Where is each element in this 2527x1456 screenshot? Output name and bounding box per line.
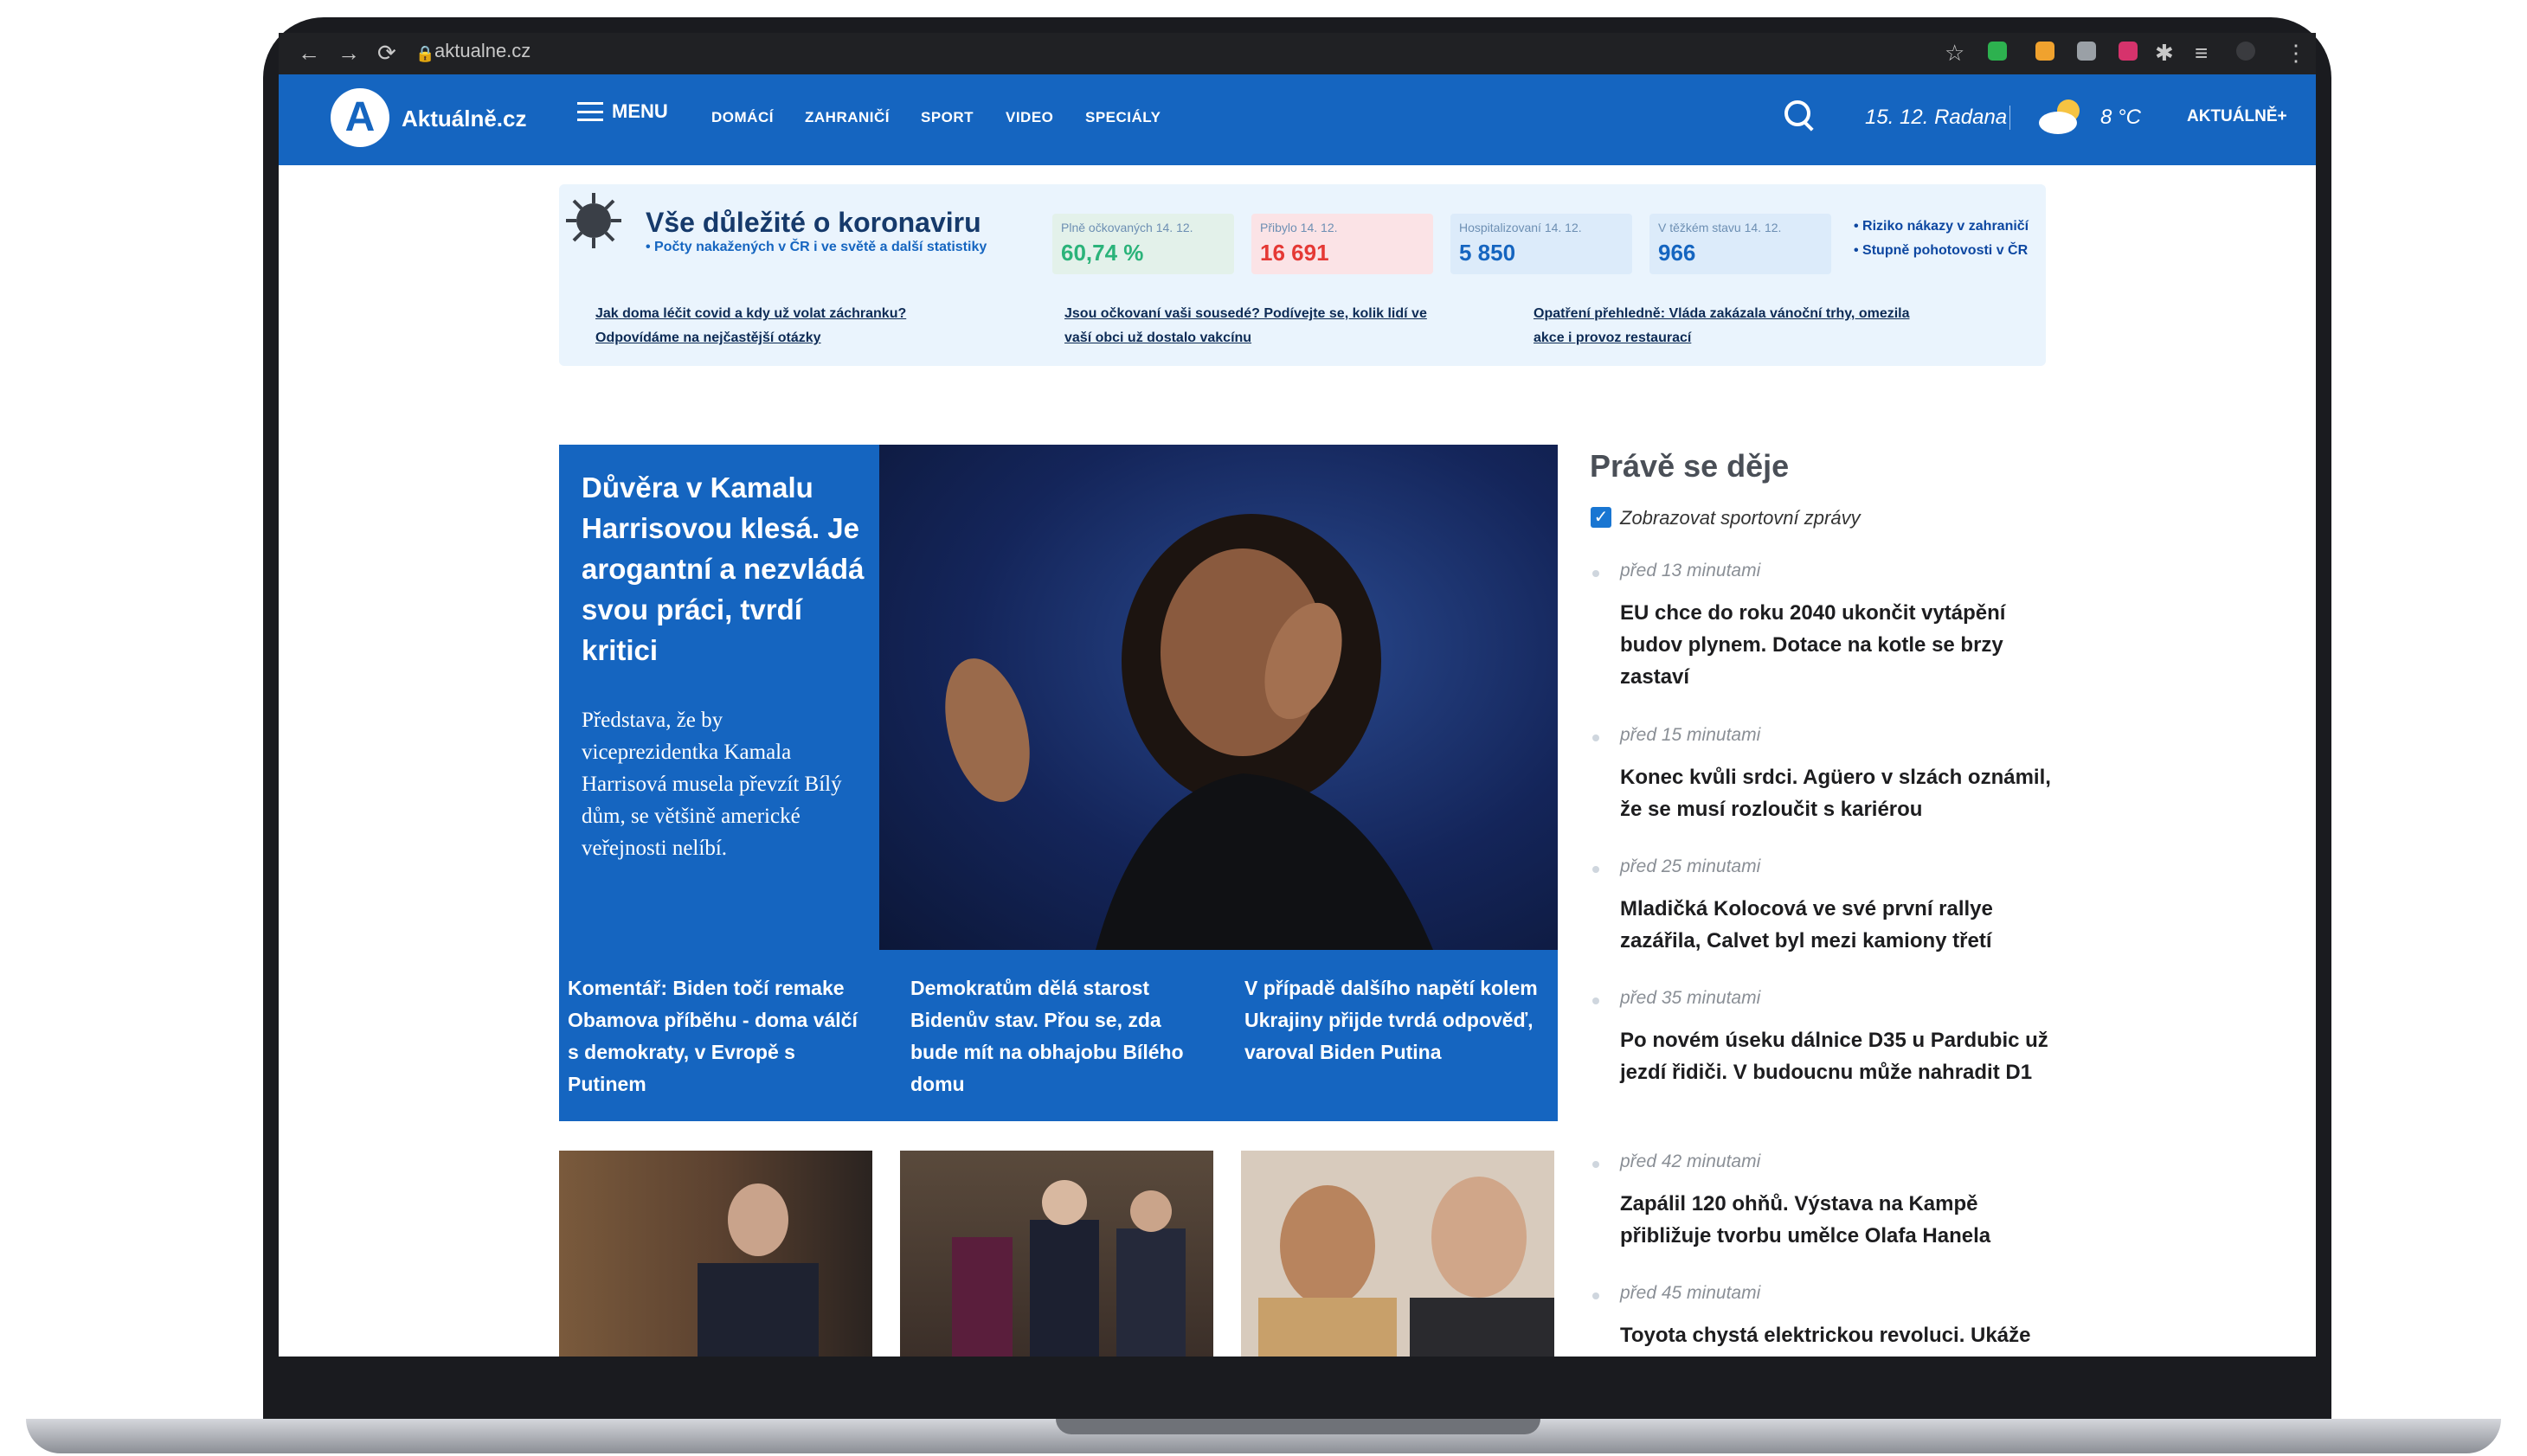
timeline-dot (1592, 997, 1599, 1004)
lock-icon: 🔒 (415, 45, 435, 62)
extension-icon[interactable] (2119, 42, 2138, 61)
related-article[interactable]: V případě dalšího napětí kolem Ukrajiny … (1244, 972, 1539, 1068)
extension-icon[interactable] (1988, 42, 2007, 61)
article-thumbnail[interactable] (900, 1151, 1213, 1363)
weather-cloud-icon (2039, 99, 2080, 134)
thumbnail-image (952, 1180, 1186, 1363)
live-item[interactable]: Toyota chystá elektrickou revoluci. Ukáž… (1620, 1319, 2053, 1351)
live-item-time: před 13 minutami (1620, 561, 1761, 580)
stat-hospitalized[interactable]: Hospitalizovaní 14. 12. 5 850 (1450, 214, 1632, 274)
sport-news-checkbox[interactable]: ✓ (1591, 507, 1611, 528)
nav-domaci[interactable]: DOMÁCÍ (711, 109, 774, 126)
live-item-time: před 15 minutami (1620, 725, 1761, 745)
timeline-dot (1592, 866, 1599, 873)
screen: ← → ⟳ 🔒 aktualne.cz ☆ ✱ ≡ ⋮ A Aktuálně.c… (279, 33, 2316, 1368)
article-thumbnail[interactable] (1241, 1151, 1554, 1363)
menu-label: MENU (612, 100, 668, 122)
live-item[interactable]: Po novém úseku dálnice D35 u Pardubic už… (1620, 1024, 2053, 1088)
reload-icon[interactable]: ⟳ (377, 40, 396, 67)
menu-button[interactable]: MENU (577, 100, 668, 123)
reading-list-icon[interactable]: ≡ (2195, 40, 2208, 67)
timeline-dot (1592, 1292, 1599, 1299)
hero-perex: Představa, že by viceprezidentka Kamala … (582, 709, 842, 860)
live-item-time: před 35 minutami (1620, 988, 1761, 1008)
live-item[interactable]: Konec kvůli srdci. Agüero v slzách oznám… (1620, 761, 2053, 825)
temperature: 8 °C (2100, 106, 2141, 129)
stat-new-cases[interactable]: Přibylo 14. 12. 16 691 (1251, 214, 1433, 274)
nav-sport[interactable]: SPORT (921, 109, 974, 126)
extension-icon[interactable] (2035, 42, 2054, 61)
alert-levels-link[interactable]: • Stupně pohotovosti v ČR (1854, 243, 2028, 259)
hero-article[interactable]: Důvěra v Kamalu Harrisovou klesá. Je aro… (559, 445, 1558, 1121)
address-bar[interactable]: aktualne.cz (434, 40, 530, 62)
timeline-dot (1592, 570, 1599, 577)
timeline-dot (1592, 1161, 1599, 1168)
checkbox-label[interactable]: Zobrazovat sportovní zprávy (1620, 507, 1861, 529)
related-article[interactable]: Komentář: Biden točí remake Obamova příb… (568, 972, 862, 1100)
back-icon[interactable]: ← (298, 40, 320, 67)
nav-zahranici[interactable]: ZAHRANIČÍ (805, 109, 890, 126)
stat-vaccinated[interactable]: Plně očkovaných 14. 12. 60,74 % (1052, 214, 1234, 274)
hero-photo[interactable] (879, 445, 1558, 950)
kebab-menu-icon[interactable]: ⋮ (2285, 40, 2307, 67)
covid-box: Vše důležité o koronaviru • Počty nakaže… (559, 184, 2046, 366)
laptop-notch (1056, 1419, 1540, 1434)
screen-bezel-bottom (279, 1357, 2316, 1368)
date-nameday: 15. 12. Radana (1865, 106, 2008, 129)
forward-icon[interactable]: → (338, 40, 360, 67)
live-item-time: před 45 minutami (1620, 1283, 1761, 1303)
live-feed-title: Právě se děje (1590, 448, 1790, 484)
live-item[interactable]: Mladičká Kolocová ve své první rallye za… (1620, 893, 2053, 957)
stat-severe[interactable]: V těžkém stavu 14. 12. 966 (1649, 214, 1831, 274)
virus-icon (566, 193, 621, 248)
related-article[interactable]: Demokratům dělá starost Bidenův stav. Př… (910, 972, 1205, 1100)
hero-title[interactable]: Důvěra v Kamalu Harrisovou klesá. Je aro… (582, 467, 867, 670)
divider (2009, 106, 2010, 130)
thumbnail-image (698, 1183, 819, 1363)
live-item-time: před 25 minutami (1620, 856, 1761, 876)
thumbnail-image (1258, 1177, 1554, 1363)
article-thumbnail[interactable] (559, 1151, 872, 1363)
covid-link-vaccination[interactable]: Jsou očkovaní vaši sousedé? Podívejte se… (1064, 302, 1471, 350)
nav-specialy[interactable]: SPECIÁLY (1085, 109, 1161, 126)
search-icon[interactable] (1784, 100, 1810, 126)
star-icon[interactable]: ☆ (1945, 40, 1964, 67)
aktualne-plus-link[interactable]: AKTUÁLNĚ+ (2187, 107, 2287, 126)
extension-icon[interactable] (2077, 42, 2096, 61)
covid-link-measures[interactable]: Opatření přehledně: Vláda zakázala vánoč… (1534, 302, 1940, 350)
risk-abroad-link[interactable]: • Riziko nákazy v zahraničí (1854, 219, 2029, 234)
live-item[interactable]: Zapálil 120 ohňů. Výstava na Kampě přibl… (1620, 1188, 2053, 1252)
live-item[interactable]: EU chce do roku 2040 ukončit vytápění bu… (1620, 597, 2053, 693)
covid-link-treatment[interactable]: Jak doma léčit covid a kdy už volat zách… (595, 302, 1002, 350)
site-logo-text[interactable]: Aktuálně.cz (402, 106, 527, 132)
browser-toolbar: ← → ⟳ 🔒 aktualne.cz ☆ ✱ ≡ ⋮ (279, 33, 2316, 74)
covid-title[interactable]: Vše důležité o koronaviru (646, 207, 981, 239)
site-header: A Aktuálně.cz MENU DOMÁCÍ ZAHRANIČÍ SPOR… (279, 74, 2316, 165)
hamburger-icon (577, 102, 603, 121)
profile-icon[interactable] (2236, 42, 2255, 61)
timeline-dot (1592, 734, 1599, 741)
puzzle-icon[interactable]: ✱ (2155, 40, 2174, 67)
hero-image (945, 514, 1433, 950)
nav-video[interactable]: VIDEO (1006, 109, 1053, 126)
covid-stats-link[interactable]: • Počty nakažených v ČR i ve světě a dal… (646, 240, 987, 255)
live-item-time: před 42 minutami (1620, 1151, 1761, 1171)
logo-icon[interactable]: A (331, 88, 389, 147)
